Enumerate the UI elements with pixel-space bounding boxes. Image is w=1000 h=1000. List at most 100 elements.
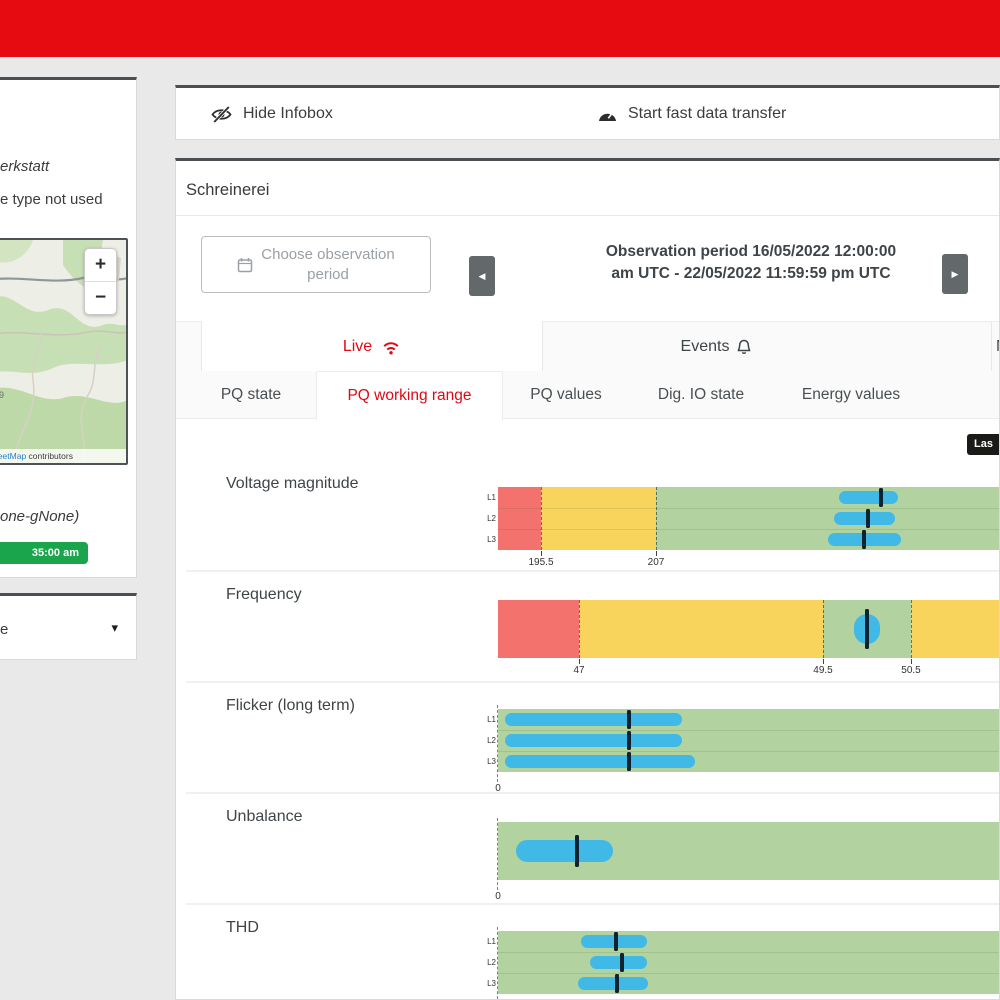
gauge-segment-yellow xyxy=(911,600,1000,658)
channel-separator xyxy=(498,751,1000,752)
measurement-value-tick xyxy=(866,509,870,528)
next-period-button[interactable]: ▶ xyxy=(942,254,968,294)
channel-label: L2 xyxy=(481,958,496,967)
tab-more-fragment[interactable]: M xyxy=(991,322,1000,372)
hide-infobox-label: Hide Infobox xyxy=(243,105,333,123)
gauge-label: Voltage magnitude xyxy=(226,475,359,493)
bell-icon xyxy=(737,339,751,355)
gauge-segment-red xyxy=(498,600,579,658)
threshold-dashed-line xyxy=(579,600,580,658)
calendar-icon xyxy=(237,257,253,273)
hide-infobox-button[interactable]: Hide Infobox xyxy=(204,88,339,140)
gauge-row: Unbalance 0 xyxy=(176,794,1000,905)
threshold-dashed-line xyxy=(823,600,824,658)
start-fast-data-transfer-label: Start fast data transfer xyxy=(628,105,786,123)
speedometer-icon xyxy=(597,106,618,123)
eye-off-icon xyxy=(210,105,233,124)
axis-tick-label: 49.5 xyxy=(801,665,845,676)
axis-tick-label: 195.5 xyxy=(519,557,563,568)
map-attribution-suffix: contributors xyxy=(26,451,73,461)
gauge-row: Flicker (long term) L1L2L30 xyxy=(176,683,1000,794)
measurement-range-bar xyxy=(839,491,898,504)
measurement-range-bar xyxy=(578,977,648,990)
channel-separator xyxy=(498,952,1000,953)
choose-observation-period-button[interactable]: Choose observationperiod xyxy=(201,236,431,293)
subtab-energy-values[interactable]: Energy values xyxy=(791,371,911,418)
gauge-track: L1L2L30 xyxy=(498,709,1000,772)
previous-period-button[interactable]: ◀ xyxy=(469,256,495,296)
top-banner xyxy=(0,0,1000,57)
channel-label: L2 xyxy=(481,736,496,745)
measurement-value-tick xyxy=(862,530,866,549)
measurement-range-bar xyxy=(505,755,695,768)
gauge-track: L1L2L30 xyxy=(498,931,1000,994)
tab-events[interactable]: Events xyxy=(541,322,891,372)
app-root: erkstatt e type not used 9 + − reet xyxy=(0,0,1000,1000)
info-toolbar: Hide Infobox Start fast data transfer xyxy=(175,85,1000,140)
subtab-pq-values[interactable]: PQ values xyxy=(521,371,611,418)
subtab-pq-working-range[interactable]: PQ working range xyxy=(316,371,503,420)
channel-label: L1 xyxy=(481,937,496,946)
axis-tick xyxy=(911,659,912,664)
device-main-panel: Schreinerei Choose observationperiod ◀ O… xyxy=(175,158,1000,1000)
map[interactable]: 9 + − reetMap contributors xyxy=(0,238,128,465)
sidebar-dropdown-panel[interactable]: e ▾ xyxy=(0,593,137,660)
map-zoom-in-button[interactable]: + xyxy=(85,249,116,281)
observation-period-text: Observation period 16/05/2022 12:00:00 a… xyxy=(568,241,934,285)
gauge-row: THDL1L2L30 xyxy=(176,905,1000,1000)
choose-observation-period-label: Choose observationperiod xyxy=(261,245,394,285)
axis-tick-label: 207 xyxy=(634,557,678,568)
channel-separator xyxy=(498,508,1000,509)
zero-label: 0 xyxy=(476,891,520,902)
gauge-label: Unbalance xyxy=(226,808,303,826)
sidebar-info-panel: erkstatt e type not used 9 + − reet xyxy=(0,77,137,578)
channel-label: L1 xyxy=(481,493,496,502)
tab-live[interactable]: Live xyxy=(201,321,543,373)
axis-tick xyxy=(823,659,824,664)
main-tabs: Live Events M xyxy=(176,321,999,373)
measurement-value-tick xyxy=(575,835,579,867)
map-attribution-link[interactable]: reetMap xyxy=(0,451,26,461)
start-fast-data-transfer-button[interactable]: Start fast data transfer xyxy=(591,88,792,140)
chevron-right-icon: ▶ xyxy=(952,269,959,279)
map-zoom-out-button[interactable]: − xyxy=(85,282,116,314)
measurement-range-bar xyxy=(590,956,647,969)
map-place-label: 9 xyxy=(0,390,4,400)
channel-label: L3 xyxy=(481,535,496,544)
gauge-label: Frequency xyxy=(226,586,302,604)
map-attribution: reetMap contributors xyxy=(0,449,126,463)
subtab-pq-state[interactable]: PQ state xyxy=(211,371,291,418)
channel-label: L1 xyxy=(481,715,496,724)
tab-live-label: Live xyxy=(343,338,372,356)
measurement-value-tick xyxy=(865,609,869,649)
measurement-value-tick xyxy=(620,953,624,972)
tab-more-label: M xyxy=(996,338,1000,356)
gauge-row: Frequency4749.550.5 xyxy=(176,572,1000,683)
threshold-dashed-line xyxy=(656,487,657,550)
timestamp-badge: 35:00 am xyxy=(0,542,88,564)
measurement-range-bar xyxy=(505,734,682,747)
device-type-note: e type not used xyxy=(0,191,103,208)
channel-separator xyxy=(498,730,1000,731)
channel-separator xyxy=(498,529,1000,530)
measurement-value-tick xyxy=(879,488,883,507)
measurement-value-tick xyxy=(627,752,631,771)
zero-dashed-line xyxy=(497,818,498,890)
subtab-dig-io-state[interactable]: Dig. IO state xyxy=(646,371,756,418)
zero-label: 0 xyxy=(476,783,520,794)
dropdown-value-fragment: e xyxy=(0,621,8,638)
gauge-segment-red xyxy=(498,487,541,550)
channel-label: L3 xyxy=(481,979,496,988)
axis-tick-label: 50.5 xyxy=(889,665,933,676)
gauge-segment-yellow xyxy=(541,487,656,550)
measurement-range-bar xyxy=(516,840,613,862)
gauge-label: Flicker (long term) xyxy=(226,697,355,715)
threshold-dashed-line xyxy=(911,600,912,658)
wifi-icon xyxy=(381,340,401,355)
channel-label: L2 xyxy=(481,514,496,523)
group-name-fragment: one-gNone) xyxy=(0,508,79,525)
axis-tick xyxy=(656,551,657,556)
last-interval-badge[interactable]: Las xyxy=(967,434,1000,455)
station-name-fragment: erkstatt xyxy=(0,158,49,175)
axis-tick xyxy=(579,659,580,664)
